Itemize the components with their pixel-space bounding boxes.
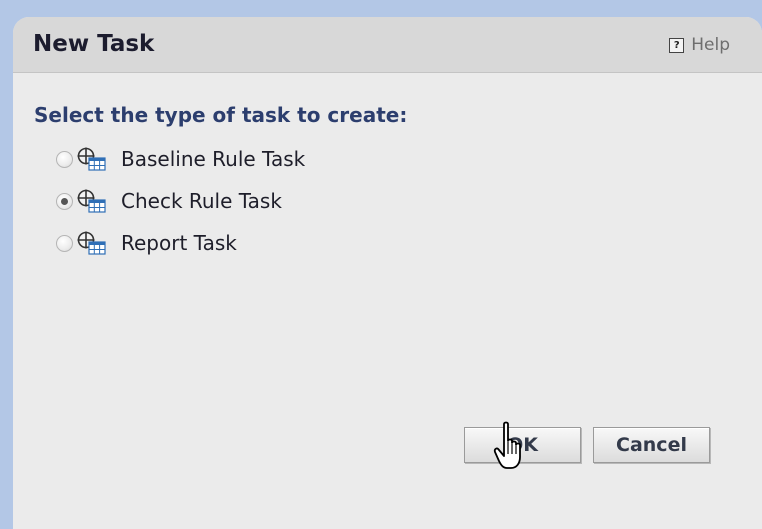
option-baseline-rule-task[interactable]: Baseline Rule Task bbox=[56, 138, 305, 180]
help-link[interactable]: ? Help bbox=[669, 35, 730, 55]
help-icon: ? bbox=[669, 37, 685, 53]
option-check-rule-task[interactable]: Check Rule Task bbox=[56, 180, 305, 222]
ok-button[interactable]: OK bbox=[464, 427, 581, 463]
report-task-radio[interactable] bbox=[56, 234, 73, 252]
check-rule-task-label: Check Rule Task bbox=[121, 189, 282, 213]
dialog-title-bar: New Task ? Help bbox=[13, 17, 762, 73]
task-grid-icon bbox=[77, 189, 106, 213]
dialog-title: New Task bbox=[33, 31, 155, 57]
cancel-button[interactable]: Cancel bbox=[593, 427, 710, 463]
option-report-task[interactable]: Report Task bbox=[56, 222, 305, 264]
baseline-rule-task-radio[interactable] bbox=[56, 150, 73, 168]
task-type-prompt: Select the type of task to create: bbox=[34, 103, 408, 127]
help-label: Help bbox=[691, 35, 730, 55]
task-grid-icon bbox=[77, 231, 106, 255]
baseline-rule-task-label: Baseline Rule Task bbox=[121, 147, 306, 171]
check-rule-task-radio[interactable] bbox=[56, 192, 73, 210]
report-task-label: Report Task bbox=[121, 231, 237, 255]
task-grid-icon bbox=[77, 147, 106, 171]
task-type-options: Baseline Rule Task Check Rule Task Repor… bbox=[56, 138, 305, 264]
